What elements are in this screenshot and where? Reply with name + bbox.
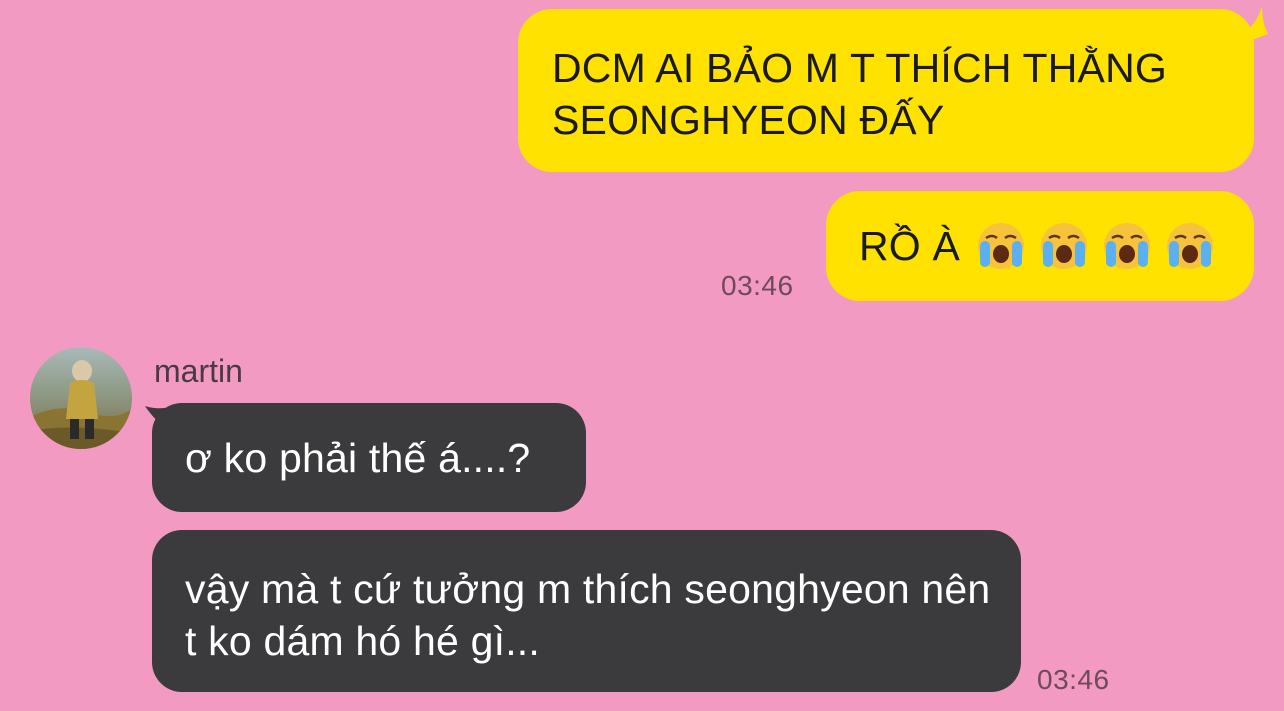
incoming-message-bubble[interactable]: ơ ko phải thế á....? — [152, 403, 586, 512]
loudly-crying-face-icon — [1104, 223, 1151, 269]
loudly-crying-face-icon — [1167, 223, 1214, 269]
profile-photo-avatar-icon — [30, 347, 132, 449]
message-timestamp: 03:46 — [721, 270, 794, 301]
emoji-group — [976, 221, 1228, 271]
incoming-message-bubble[interactable]: vậy mà t cứ tưởng m thích seonghyeon nên… — [152, 530, 1021, 692]
message-text: vậy mà t cứ tưởng m thích seonghyeon nên… — [185, 566, 991, 664]
sender-name: martin — [154, 353, 243, 389]
message-text: ơ ko phải thế á....? — [185, 434, 531, 481]
message-timestamp: 03:46 — [1037, 664, 1110, 695]
message-text: RỒ À — [859, 223, 961, 269]
sender-avatar[interactable] — [30, 347, 132, 449]
outgoing-message-bubble[interactable]: RỒ À — [826, 191, 1254, 301]
message-text: DCM AI BẢO M T THÍCH THẰNG SEONGHYEON ĐẤ… — [552, 45, 1167, 143]
loudly-crying-face-icon — [978, 223, 1025, 269]
outgoing-message-bubble[interactable]: DCM AI BẢO M T THÍCH THẰNG SEONGHYEON ĐẤ… — [518, 9, 1254, 172]
loudly-crying-face-icon — [1041, 223, 1088, 269]
